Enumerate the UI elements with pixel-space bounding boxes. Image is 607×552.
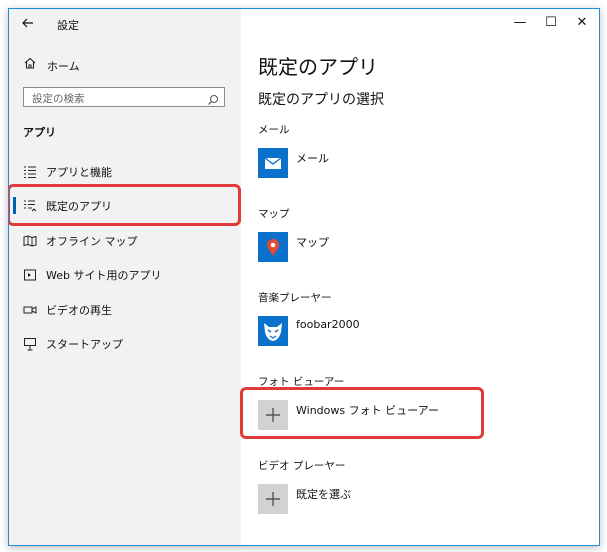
sidebar-item-video-playback[interactable]: ビデオの再生 [9,293,241,325]
website-app-icon [23,267,37,281]
search-icon[interactable] [207,91,219,105]
section-subheading: 既定のアプリの選択 [258,92,384,108]
sidebar-item-label: オフライン マップ [46,235,138,248]
default-app-maps[interactable]: マップ [258,232,578,262]
category-label-video-player: ビデオ プレーヤー [258,460,346,472]
sidebar-item-label: スタートアップ [46,338,123,351]
default-app-music[interactable]: foobar2000 [258,316,578,346]
sidebar-item-startup[interactable]: スタートアップ [9,327,241,359]
default-app-video[interactable]: 既定を選ぶ [258,484,578,514]
maps-icon [258,232,288,262]
close-button[interactable]: ✕ [567,12,597,34]
settings-window: 設定 ホーム 設定の検索 アプリ アプリと機能 既定のアプリ オフライン マップ… [8,8,600,546]
maximize-button[interactable]: ☐ [536,12,566,34]
sidebar-item-offline-maps[interactable]: オフライン マップ [9,224,241,256]
startup-icon [23,336,37,351]
home-icon [23,56,37,74]
video-icon [23,302,37,316]
category-label-music-player: 音楽プレーヤー [258,292,332,304]
section-heading-apps: アプリ [23,126,56,139]
foobar-icon [258,316,288,346]
app-name: 既定を選ぶ [296,488,351,501]
default-app-mail[interactable]: メール [258,148,578,178]
sidebar-item-label: ビデオの再生 [46,304,112,317]
list-icon [23,164,37,179]
highlight-photo-viewer [240,387,484,439]
plus-icon [258,484,288,514]
sidebar-item-apps-features[interactable]: アプリと機能 [9,155,241,187]
search-input[interactable]: 設定の検索 [23,87,225,107]
app-name: メール [296,152,329,165]
sidebar-item-label: アプリと機能 [46,166,112,179]
mail-icon [258,148,288,178]
category-label-mail: メール [258,124,290,136]
home-label: ホーム [47,60,80,73]
minimize-button[interactable]: — [505,12,535,34]
page-title: 既定のアプリ [258,55,378,79]
main-content: — ☐ ✕ 既定のアプリ 既定のアプリの選択 メール メール マップ マップ 音… [240,9,599,545]
sidebar: 設定 ホーム 設定の検索 アプリ アプリと機能 既定のアプリ オフライン マップ… [9,9,241,545]
home-link[interactable]: ホーム [23,56,223,74]
highlight-default-apps [9,184,241,226]
category-label-maps: マップ [258,208,290,220]
sidebar-item-label: Web サイト用のアプリ [46,269,162,282]
app-name: foobar2000 [296,318,360,331]
offline-map-icon [23,233,37,247]
back-arrow-icon[interactable] [21,16,37,32]
app-name: マップ [296,236,329,249]
window-title: 設定 [57,19,79,32]
search-placeholder: 設定の検索 [32,93,85,105]
sidebar-item-website-apps[interactable]: Web サイト用のアプリ [9,258,241,290]
